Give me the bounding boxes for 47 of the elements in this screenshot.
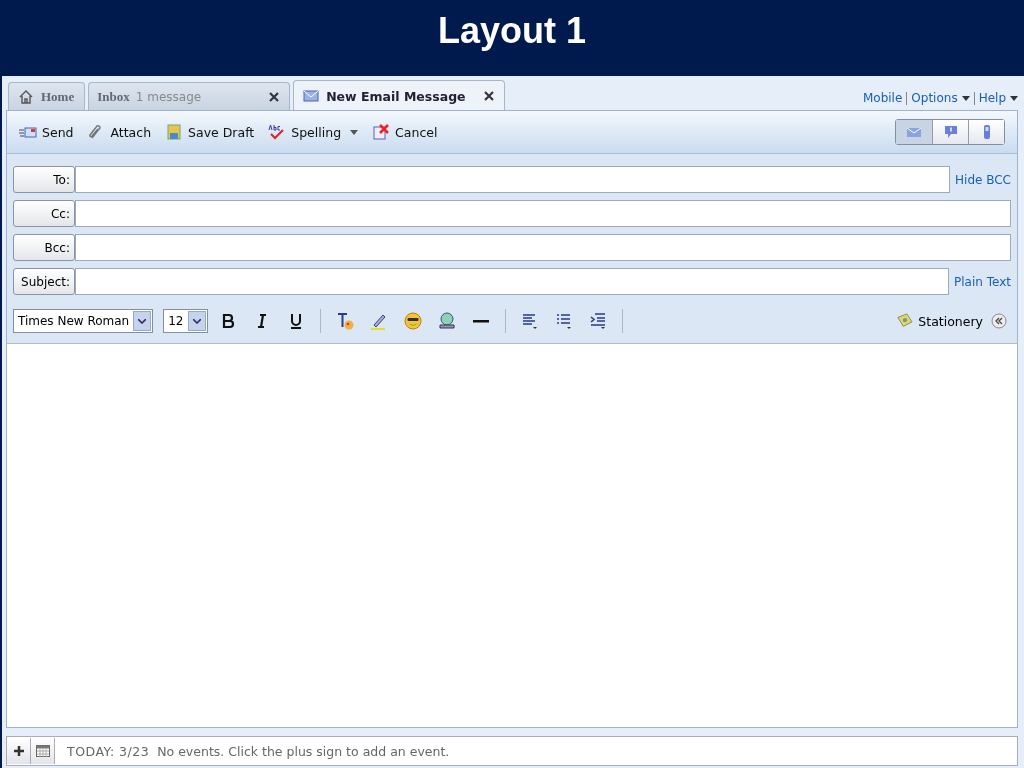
stationery-icon bbox=[896, 313, 915, 329]
stationery-button[interactable]: Stationery bbox=[896, 313, 983, 329]
menu-link[interactable]: Options bbox=[911, 91, 970, 105]
calendar-icon bbox=[35, 745, 50, 757]
menu-link[interactable]: Mobile bbox=[862, 91, 903, 105]
caret-icon bbox=[350, 129, 359, 135]
caret-icon bbox=[1010, 96, 1018, 101]
toolbar-button[interactable]: Attach bbox=[87, 124, 152, 140]
size-select[interactable]: 12 bbox=[163, 309, 208, 333]
menu-link[interactable]: Help bbox=[978, 91, 1018, 105]
input-field[interactable] bbox=[75, 268, 950, 295]
tab[interactable]: Inbox 1 message bbox=[88, 82, 291, 110]
input-field[interactable] bbox=[75, 234, 1011, 261]
add-event-button[interactable] bbox=[7, 738, 31, 764]
option-link[interactable]: Plain Text bbox=[954, 274, 1011, 289]
envelope-icon bbox=[302, 88, 321, 104]
caret-icon bbox=[961, 96, 970, 101]
font-select[interactable]: Times New Roman bbox=[13, 309, 154, 333]
input-field[interactable] bbox=[75, 166, 951, 193]
calendar-button[interactable] bbox=[31, 738, 55, 764]
spellcheck-icon bbox=[268, 124, 287, 140]
address-field-button[interactable]: To: bbox=[13, 166, 75, 193]
events-message: No events. Click the plus sign to add an event. bbox=[157, 743, 450, 759]
toolbar-button[interactable]: Spelling bbox=[268, 124, 359, 140]
collapse-icon[interactable] bbox=[991, 313, 1007, 329]
speech-bubble-icon bbox=[942, 124, 959, 140]
option-link[interactable]: Hide BCC bbox=[955, 172, 1011, 187]
address-field-button[interactable]: Cc: bbox=[13, 200, 75, 227]
view-mode-button[interactable] bbox=[932, 120, 968, 144]
slide-title: Layout 1 bbox=[438, 10, 586, 52]
tab[interactable]: Home bbox=[8, 82, 86, 110]
tab[interactable]: New Email Message bbox=[293, 80, 505, 111]
today-date: TODAY: 3/23 bbox=[67, 743, 150, 759]
house-icon bbox=[17, 88, 35, 105]
cross-document-icon bbox=[372, 124, 391, 140]
close-icon[interactable] bbox=[269, 91, 280, 102]
close-icon[interactable] bbox=[483, 91, 494, 101]
address-field-button[interactable]: Subject: bbox=[13, 268, 75, 295]
toolbar-button[interactable]: Cancel bbox=[372, 124, 438, 140]
envelope-icon bbox=[19, 124, 37, 140]
toolbar-button[interactable]: Save Draft bbox=[165, 124, 255, 140]
plus-icon bbox=[13, 746, 24, 756]
address-field-button[interactable]: Bcc: bbox=[13, 234, 75, 261]
smiley-icon[interactable] bbox=[402, 311, 423, 331]
view-mode-button[interactable] bbox=[968, 120, 1004, 144]
toolbar-button[interactable]: Send bbox=[19, 124, 74, 140]
input-field[interactable] bbox=[75, 200, 1011, 227]
